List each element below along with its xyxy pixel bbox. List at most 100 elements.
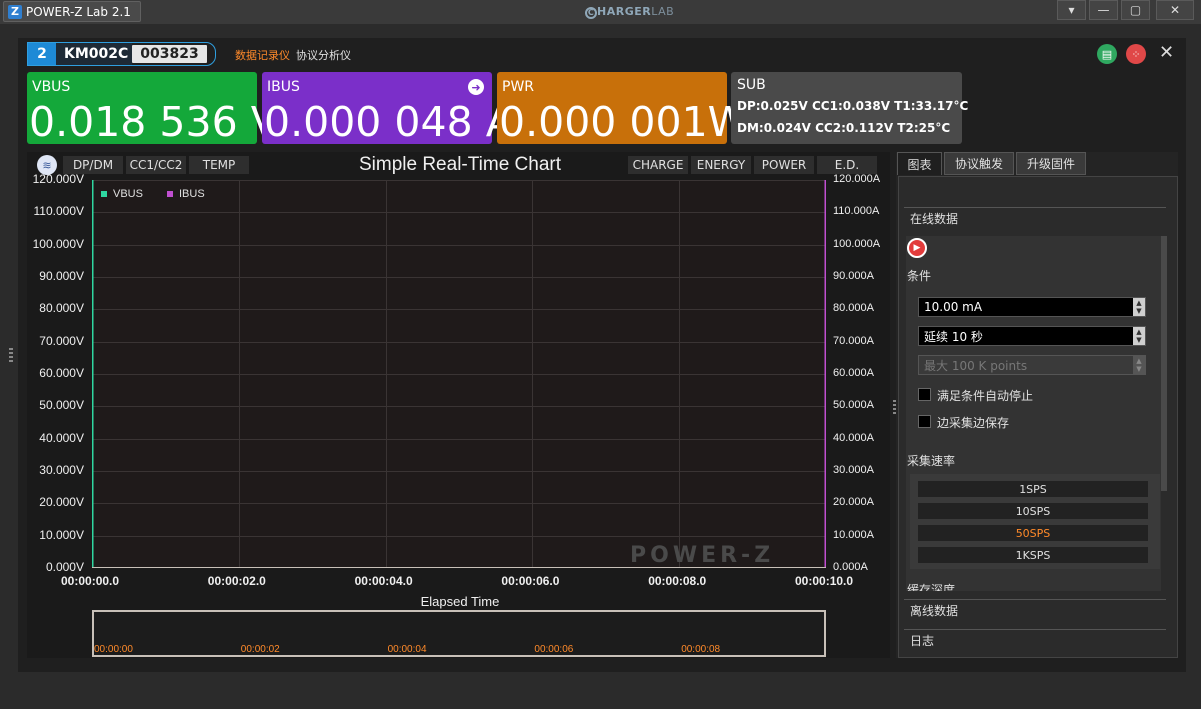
legend-vbus-swatch <box>101 191 107 197</box>
left-resize-handle[interactable] <box>9 348 13 362</box>
tab-chart[interactable]: 图表 <box>897 152 942 175</box>
close-window-button[interactable]: ✕ <box>1156 0 1194 20</box>
plot-grid <box>91 180 827 569</box>
sub-meter: SUB DP:0.025V CC1:0.038V T1:33.17°C DM:0… <box>731 72 969 144</box>
stepper-icon: ▲ ▼ <box>1133 356 1145 374</box>
rate-50sps-button[interactable]: 50SPS <box>918 525 1148 541</box>
legend-vbus-label: VBUS <box>113 188 143 200</box>
y-tick-left: 60.000V <box>39 366 84 380</box>
chart-btn-charge[interactable]: CHARGE <box>628 156 688 174</box>
ibus-value: 0.000 048 A <box>264 98 514 146</box>
duration-input[interactable]: 延续 10 秒 ▲ ▼ <box>918 326 1146 346</box>
y-tick-right: 50.000A <box>833 399 874 412</box>
vbus-meter: VBUS 0.018 536 V <box>27 72 279 146</box>
grid-icon: ⁘ <box>1131 47 1141 61</box>
tab-protocol-trigger[interactable]: 协议触发 <box>944 152 1014 175</box>
overview-tick: 00:00:08 <box>681 644 721 655</box>
x-tick: 00:00:10.0 <box>795 574 854 588</box>
dropdown-menu-button[interactable]: ▾ <box>1057 0 1086 20</box>
y-tick-left: 20.000V <box>39 495 84 510</box>
x-tick: 00:00:04.0 <box>354 574 413 588</box>
minimize-button[interactable]: — <box>1089 0 1118 20</box>
y-tick-right: 70.000A <box>833 334 874 347</box>
play-button[interactable]: ▶ <box>907 238 927 258</box>
x-tick: 00:00:08.0 <box>648 574 707 588</box>
vbus-label: VBUS <box>32 79 71 95</box>
app-logo-icon: Z <box>8 4 22 19</box>
current-threshold-value: 10.00 mA <box>924 300 983 314</box>
section-log[interactable]: 日志 <box>904 629 1166 651</box>
export-button[interactable]: ▤ <box>1097 44 1117 64</box>
chart-btn-energy[interactable]: ENERGY <box>691 156 751 174</box>
overview-tick: 00:00:06 <box>534 644 574 655</box>
auto-stop-checkbox[interactable] <box>918 388 931 401</box>
brand-prefix: C <box>585 7 597 19</box>
device-tab[interactable]: 2 KM002C 003823 <box>27 42 216 66</box>
device-serial: 003823 <box>132 45 207 63</box>
auto-stop-label: 满足条件自动停止 <box>937 389 1034 403</box>
close-device-button[interactable]: ✕ <box>1159 42 1174 63</box>
chart-btn-cc[interactable]: CC1/CC2 <box>126 156 186 174</box>
maximize-button[interactable]: ▢ <box>1121 0 1150 20</box>
plot-area[interactable] <box>91 180 827 569</box>
sub-line-1: DP:0.025V CC1:0.038V T1:33.17°C <box>737 99 969 113</box>
y-tick-right: 20.000A <box>833 496 874 509</box>
y-tick-right: 100.000A <box>833 237 881 250</box>
legend-ibus: IBUS <box>167 188 205 200</box>
tab-firmware-upgrade[interactable]: 升级固件 <box>1016 152 1086 175</box>
rate-1ksps-button[interactable]: 1KSPS <box>918 547 1148 563</box>
y-tick-left: 10.000V <box>39 527 84 542</box>
close-icon: ✕ <box>1169 3 1181 17</box>
cache-depth-clip: 缓存深度 <box>906 582 1161 591</box>
brand-suffix: LAB <box>651 5 675 18</box>
y-tick-left: 100.000V <box>32 236 84 251</box>
rate-10sps-button[interactable]: 10SPS <box>918 503 1148 519</box>
section-online-data[interactable]: 在线数据 <box>904 207 1166 229</box>
stepper-icon[interactable]: ▲ ▼ <box>1133 327 1145 345</box>
vbus-value: 0.018 536 V <box>29 98 279 146</box>
x-axis-label: Elapsed Time <box>420 594 500 609</box>
tab-data-logger[interactable]: 数据记录仪 <box>235 47 290 63</box>
rate-1sps-button[interactable]: 1SPS <box>918 481 1148 497</box>
x-tick: 00:00:06.0 <box>501 574 560 588</box>
arrow-right-icon[interactable]: ➜ <box>468 79 484 95</box>
duration-value: 延续 10 秒 <box>924 329 983 344</box>
device-index: 2 <box>28 43 56 65</box>
section-offline-data[interactable]: 离线数据 <box>904 599 1166 621</box>
y-tick-right: 80.000A <box>833 302 874 315</box>
max-points-input: 最大 100 K points ▲ ▼ <box>918 355 1146 375</box>
document-icon: ▤ <box>1101 47 1113 61</box>
y-tick-right: 60.000A <box>833 367 874 379</box>
section-log-label: 日志 <box>910 634 935 648</box>
tab-protocol-analyzer[interactable]: 协议分析仪 <box>296 47 351 63</box>
app-title-tab[interactable]: Z POWER-Z Lab 2.1 <box>3 1 141 22</box>
y-tick-left: 70.000V <box>39 333 84 348</box>
max-points-value: 最大 100 K points <box>924 358 1028 373</box>
y-tick-right: 10.000A <box>833 528 874 541</box>
y-tick-left: 110.000V <box>33 204 85 219</box>
sub-label: SUB <box>737 77 766 93</box>
cache-depth-label: 缓存深度 <box>907 583 956 591</box>
y-tick-left: 80.000V <box>39 301 84 316</box>
chart-title: Simple Real-Time Chart <box>358 154 561 175</box>
chart-btn-power[interactable]: POWER <box>754 156 814 174</box>
chart-btn-temp[interactable]: TEMP <box>189 156 249 174</box>
layout-button[interactable]: ⁘ <box>1126 44 1146 64</box>
conditions-label: 条件 <box>907 269 932 283</box>
legend-ibus-label: IBUS <box>179 188 205 200</box>
stepper-icon[interactable]: ▲ ▼ <box>1133 298 1145 316</box>
current-threshold-input[interactable]: 10.00 mA ▲ ▼ <box>918 297 1146 317</box>
y-tick-right: 110.000A <box>833 205 880 218</box>
device-model: KM002C <box>56 43 133 65</box>
save-while-checkbox[interactable] <box>918 415 931 428</box>
pwr-value: 0.000 001W <box>499 98 749 146</box>
close-icon: ✕ <box>1159 42 1175 63</box>
y-tick-left: 40.000V <box>39 430 84 445</box>
chart-btn-ed[interactable]: E.D. <box>817 156 877 174</box>
side-scrollbar[interactable] <box>1161 236 1167 491</box>
overview-tick: 00:00:00 <box>94 644 133 655</box>
x-tick: 00:00:00.0 <box>61 574 120 588</box>
y-tick-left: 50.000V <box>39 398 84 413</box>
sample-rate-label: 采集速率 <box>907 454 956 468</box>
y-tick-left: 120.000V <box>32 172 84 186</box>
